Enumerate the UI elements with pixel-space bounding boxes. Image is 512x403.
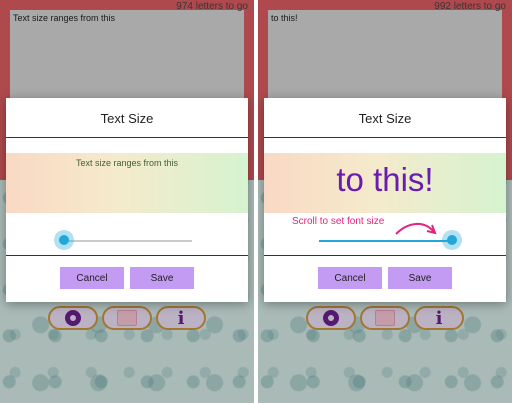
cancel-button[interactable]: Cancel bbox=[318, 267, 382, 289]
preview-text: Text size ranges from this bbox=[75, 158, 179, 168]
save-button[interactable]: Save bbox=[388, 267, 452, 289]
hint-arrow-icon bbox=[395, 223, 437, 235]
save-button[interactable]: Save bbox=[130, 267, 194, 289]
preview-text: to this! bbox=[336, 161, 434, 198]
divider bbox=[6, 137, 248, 138]
left-screen: Text size ranges from this 974 letters t… bbox=[0, 0, 254, 403]
dialog-title: Text Size bbox=[358, 111, 412, 126]
font-size-slider-thumb[interactable] bbox=[442, 230, 462, 250]
dialog-title: Text Size bbox=[100, 111, 154, 126]
divider bbox=[264, 137, 506, 138]
divider bbox=[264, 255, 506, 256]
divider bbox=[6, 255, 248, 256]
right-screen: to this! 992 letters to go i Text Size t… bbox=[258, 0, 512, 403]
cancel-button[interactable]: Cancel bbox=[60, 267, 124, 289]
font-size-slider-track[interactable] bbox=[319, 240, 451, 242]
text-preview: to this! bbox=[264, 153, 506, 213]
font-size-slider-thumb[interactable] bbox=[54, 230, 74, 250]
text-size-dialog: Text Size to this! Scroll to set font si… bbox=[264, 98, 506, 302]
font-size-slider-track[interactable] bbox=[64, 240, 192, 242]
text-size-dialog: Text Size Text size ranges from this Can… bbox=[6, 98, 248, 302]
slider-hint: Scroll to set font size bbox=[292, 216, 385, 227]
text-preview: Text size ranges from this bbox=[6, 153, 248, 213]
